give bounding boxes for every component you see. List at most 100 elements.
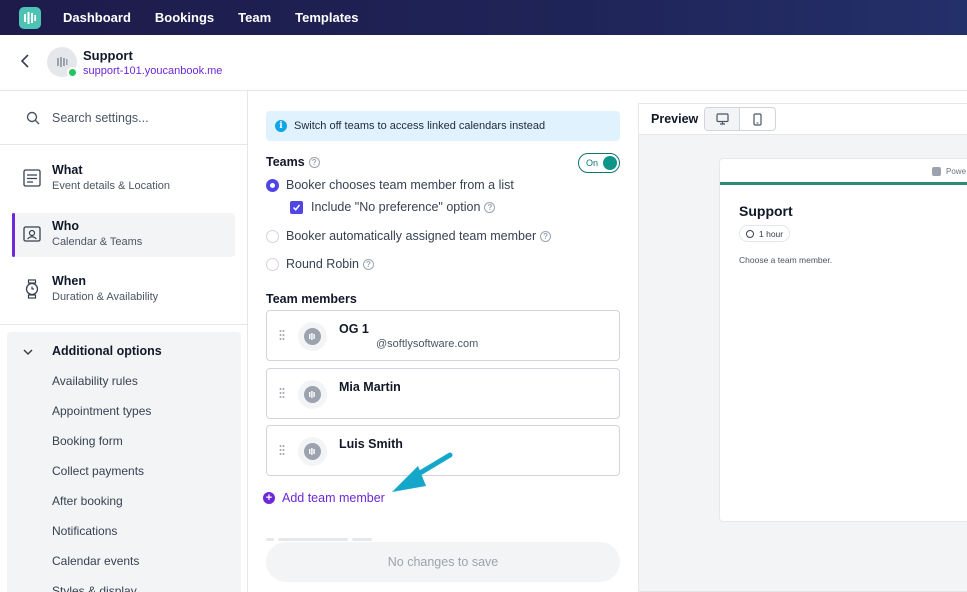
checkbox-checked[interactable] <box>290 200 303 214</box>
member-avatar <box>298 322 327 351</box>
member-avatar <box>298 437 327 466</box>
option-round-robin[interactable]: Round Robin? <box>266 257 374 271</box>
preview-booking-card: Powe Support 1 hour Choose a team member… <box>719 158 967 522</box>
section-title: What <box>52 163 83 177</box>
sidebar-divider <box>0 324 247 325</box>
teams-label: Teams? <box>266 155 320 169</box>
member-email: @softlysoftware.com <box>376 338 479 350</box>
team-members-label: Team members <box>266 292 357 306</box>
team-member-card[interactable]: OG 1 @softlysoftware.com <box>266 310 620 361</box>
sidebar-section-who[interactable]: Who Calendar & Teams <box>12 213 235 257</box>
option-label: Booker chooses team member from a list <box>286 178 514 192</box>
annotation-arrow-icon <box>392 452 453 492</box>
drag-handle-icon[interactable] <box>279 387 285 399</box>
contact-card-icon <box>23 226 41 242</box>
option-label: Booker automatically assigned team membe… <box>286 229 537 243</box>
section-subtitle: Event details & Location <box>52 180 171 192</box>
member-name: OG 1 <box>339 322 369 336</box>
sidebar-item-styles-display[interactable]: Styles & display <box>52 584 137 592</box>
watch-icon <box>25 279 39 299</box>
option-choose-from-list[interactable]: Booker chooses team member from a list <box>266 178 514 192</box>
nav-templates[interactable]: Templates <box>295 10 358 25</box>
preview-label: Preview <box>651 112 699 126</box>
member-avatar <box>298 380 327 409</box>
preview-instruction: Choose a team member. <box>739 255 833 265</box>
help-icon[interactable]: ? <box>484 201 496 213</box>
search-input[interactable] <box>52 108 232 128</box>
mobile-view-button[interactable] <box>740 108 775 130</box>
back-chevron-icon[interactable] <box>20 53 34 71</box>
page-header: Support support-101.youcanbook.me <box>0 35 967 91</box>
powered-by: Powe <box>932 167 966 176</box>
online-status-dot <box>67 67 78 78</box>
sidebar-section-what[interactable]: What Event details & Location <box>12 157 235 201</box>
save-button[interactable]: No changes to save <box>266 542 620 582</box>
option-no-preference[interactable]: Include "No preference" option? <box>290 200 496 214</box>
plus-circle-icon: + <box>263 492 275 504</box>
duration-badge: 1 hour <box>739 225 791 242</box>
radio-selected[interactable] <box>266 178 279 192</box>
member-name: Mia Martin <box>339 380 401 394</box>
clock-icon <box>746 229 754 238</box>
desktop-view-button[interactable] <box>705 108 741 130</box>
toggle-label: On <box>586 158 599 168</box>
sidebar-item-appointment-types[interactable]: Appointment types <box>52 404 151 418</box>
help-icon[interactable]: ? <box>540 230 552 242</box>
preview-title: Support <box>739 203 793 219</box>
phone-icon <box>753 112 762 126</box>
add-member-label: Add team member <box>282 491 385 505</box>
option-label: Include "No preference" option <box>311 200 481 214</box>
preview-panel: Preview Powe Support 1 hour Choose a tea… <box>638 103 967 592</box>
device-toggle <box>704 107 776 131</box>
teams-label-text: Teams <box>266 155 305 169</box>
preview-toolbar: Preview <box>639 104 967 135</box>
sidebar-item-booking-form[interactable]: Booking form <box>52 434 123 448</box>
sidebar-item-after-booking[interactable]: After booking <box>52 494 123 508</box>
sidebar-item-availability-rules[interactable]: Availability rules <box>52 374 138 388</box>
additional-options-panel: Additional options Availability rules Ap… <box>7 332 241 592</box>
nav-team[interactable]: Team <box>238 10 271 25</box>
nav-bookings[interactable]: Bookings <box>155 10 214 25</box>
section-subtitle: Duration & Availability <box>52 291 159 303</box>
booking-page-link[interactable]: support-101.youcanbook.me <box>83 65 222 77</box>
member-name: Luis Smith <box>339 437 403 451</box>
booking-page-avatar <box>47 47 78 78</box>
toggle-knob <box>603 156 617 170</box>
add-team-member-button[interactable]: + Add team member <box>263 491 385 505</box>
obscured-label <box>266 528 416 541</box>
document-icon <box>23 169 41 187</box>
section-title: When <box>52 274 87 288</box>
info-icon: i <box>275 120 287 132</box>
mini-logo-icon <box>932 167 941 176</box>
sidebar-item-calendar-events[interactable]: Calendar events <box>52 554 139 568</box>
sidebar-item-collect-payments[interactable]: Collect payments <box>52 464 144 478</box>
drag-handle-icon[interactable] <box>279 444 285 456</box>
nav-dashboard[interactable]: Dashboard <box>63 10 131 25</box>
help-icon[interactable]: ? <box>308 157 320 169</box>
info-banner: i Switch off teams to access linked cale… <box>266 111 620 141</box>
help-icon[interactable]: ? <box>362 258 374 270</box>
sidebar-item-notifications[interactable]: Notifications <box>52 524 117 538</box>
drag-handle-icon[interactable] <box>279 329 285 341</box>
powered-by-text: Powe <box>946 167 967 176</box>
page-title: Support <box>83 48 133 63</box>
team-settings-panel: i Switch off teams to access linked cale… <box>248 91 638 592</box>
section-subtitle: Calendar & Teams <box>52 236 143 248</box>
search-icon <box>26 111 40 125</box>
app-logo-icon[interactable] <box>19 6 41 29</box>
settings-sidebar: What Event details & Location Who Calend… <box>0 91 248 592</box>
radio-unselected[interactable] <box>266 229 279 243</box>
preview-card-header: Powe <box>720 159 967 185</box>
additional-options-title: Additional options <box>52 344 162 358</box>
monitor-icon <box>715 113 729 125</box>
chevron-down-icon <box>23 349 33 356</box>
teams-toggle[interactable]: On <box>578 153 620 173</box>
option-auto-assign[interactable]: Booker automatically assigned team membe… <box>266 229 552 243</box>
info-text: Switch off teams to access linked calend… <box>294 120 546 132</box>
radio-unselected[interactable] <box>266 257 279 271</box>
sidebar-section-when[interactable]: When Duration & Availability <box>12 268 235 312</box>
settings-search <box>0 91 247 145</box>
duration-text: 1 hour <box>759 228 784 239</box>
team-member-card[interactable]: Mia Martin <box>266 368 620 419</box>
section-title: Who <box>52 219 80 233</box>
